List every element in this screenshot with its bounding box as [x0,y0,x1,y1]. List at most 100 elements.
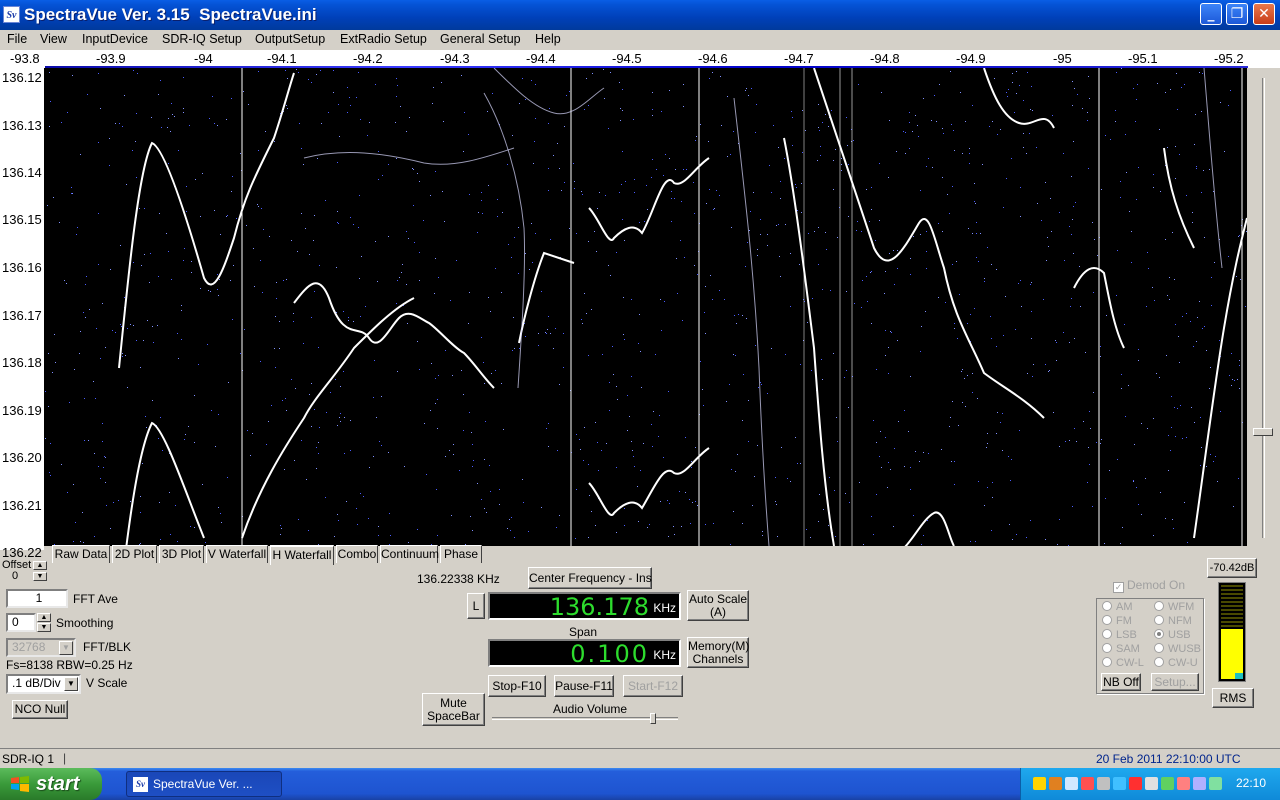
setup-button[interactable]: Setup... [1151,673,1199,691]
y-tick: 136.16 [2,260,42,275]
mode-label: LSB [1116,629,1137,641]
auto-scale-button[interactable]: Auto Scale (A) [687,590,749,621]
level-readout: -70.42dB [1207,558,1257,578]
demod-on-checkbox[interactable]: ✓ Demod On [1113,578,1185,593]
printer-icon[interactable] [1097,777,1110,790]
mode-fm-radio[interactable]: FM [1102,615,1132,627]
menu-inputdevice[interactable]: InputDevice [82,32,148,46]
close-button[interactable]: ✕ [1253,3,1275,25]
mode-label: CW-U [1168,657,1198,669]
volume-icon[interactable] [1081,777,1094,790]
mode-nfm-radio[interactable]: NFM [1154,615,1192,627]
memory-channels-button[interactable]: Memory(M) Channels [687,637,749,668]
tab-v-waterfall[interactable]: V Waterfall [206,545,268,563]
contrast-slider-thumb[interactable] [1253,428,1273,436]
freq-tick: -93.8 [10,51,40,66]
signal-traces [118,68,1247,546]
system-tray: 22:10 [1020,768,1280,800]
tab-combo[interactable]: Combo [336,545,378,563]
peak-marker [1235,673,1243,679]
contrast-slider-track[interactable] [1262,78,1265,538]
smoothing-input[interactable]: 0 [6,613,36,632]
smoothing-down-button[interactable]: ▼ [37,623,51,632]
maximize-button[interactable]: ❐ [1226,3,1248,25]
mode-cwl-radio[interactable]: CW-L [1102,657,1144,669]
menu-help[interactable]: Help [535,32,561,46]
menu-file[interactable]: File [7,32,27,46]
signal-level-meter [1218,582,1246,682]
mode-label: NFM [1168,615,1192,627]
window-title: SpectraVue Ver. 3.15 SpectraVue.ini [24,5,317,24]
mute-button[interactable]: Mute SpaceBar [422,693,485,726]
tab-3d-plot[interactable]: 3D Plot [159,545,204,563]
nb-off-button[interactable]: NB Off [1101,673,1141,691]
start-button[interactable]: start [0,768,102,800]
radio-icon [1154,643,1164,653]
taskbar-item-spectravue[interactable]: Sv SpectraVue Ver. ... [126,771,282,797]
tab-continuum[interactable]: Continuum [380,545,439,563]
span-display[interactable]: 0.100 KHz [488,639,681,667]
device-icon[interactable] [1145,777,1158,790]
mode-wusb-radio[interactable]: WUSB [1154,643,1201,655]
display-icon[interactable] [1065,777,1078,790]
minimize-button[interactable]: _ [1200,3,1222,25]
fft-ave-input[interactable]: 1 [6,589,68,608]
mode-sam-radio[interactable]: SAM [1102,643,1140,655]
audio-volume-thumb[interactable] [650,713,656,724]
security-icon[interactable] [1049,777,1062,790]
freq-tick: -94.3 [440,51,470,66]
app-icon: Sv [3,6,20,23]
center-frequency-button[interactable]: Center Frequency - Ins [528,567,652,589]
audio-volume-label: Audio Volume [553,702,628,716]
demod-mode-group: AM FM LSB SAM CW-L WFM NFM USB WUSB CW-U… [1096,598,1204,694]
stop-button[interactable]: Stop-F10 [488,675,546,697]
l-button[interactable]: L [467,593,485,619]
radio-icon [1102,657,1112,667]
menu-outputsetup[interactable]: OutputSetup [255,32,325,46]
menu-bar: File View InputDevice SDR-IQ Setup Outpu… [0,30,1280,50]
menu-sdr-iq-setup[interactable]: SDR-IQ Setup [162,32,242,46]
mode-wfm-radio[interactable]: WFM [1154,601,1194,613]
mode-usb-radio[interactable]: USB [1154,629,1191,641]
rms-button[interactable]: RMS [1212,688,1254,708]
tab-h-waterfall[interactable]: H Waterfall [270,545,334,565]
menu-view[interactable]: View [40,32,67,46]
fft-blk-label: FFT/BLK [83,640,132,654]
v-scale-select[interactable]: .1 dB/Div ▼ [6,674,81,694]
smoothing-up-button[interactable]: ▲ [37,613,51,622]
waterfall-display[interactable] [44,68,1247,546]
app-tray-icon[interactable] [1209,777,1222,790]
offset-up-button[interactable]: ▲ [33,561,47,570]
nco-null-button[interactable]: NCO Null [12,700,68,719]
mode-label: SAM [1116,643,1140,655]
pause-button[interactable]: Pause-F11 [554,675,614,697]
fft-blk-select[interactable]: 32768 ▼ [6,638,76,657]
status-icon[interactable] [1177,777,1190,790]
mode-lsb-radio[interactable]: LSB [1102,629,1137,641]
connection-icon[interactable] [1113,777,1126,790]
mode-am-radio[interactable]: AM [1102,601,1133,613]
alert-icon[interactable] [1129,777,1142,790]
frequency-display[interactable]: 136.178 KHz [488,592,681,620]
mode-cwu-radio[interactable]: CW-U [1154,657,1198,669]
y-tick: 136.13 [2,118,42,133]
radio-icon [1154,615,1164,625]
y-tick: 136.19 [2,403,42,418]
update-icon[interactable] [1161,777,1174,790]
tab-phase[interactable]: Phase [440,545,482,563]
offset-down-button[interactable]: ▼ [33,572,47,581]
tab-raw-data[interactable]: Raw Data [52,545,110,563]
y-tick: 136.18 [2,355,42,370]
chevron-down-icon: ▼ [59,641,73,655]
frequency-unit: KHz [653,601,676,615]
sync-icon[interactable] [1193,777,1206,790]
menu-general-setup[interactable]: General Setup [440,32,521,46]
freq-tick: -94.7 [784,51,814,66]
radio-icon [1154,657,1164,667]
menu-extradio-setup[interactable]: ExtRadio Setup [340,32,427,46]
start-button[interactable]: Start-F12 [623,675,683,697]
freq-tick: -95 [1053,51,1072,66]
network-icon[interactable] [1033,777,1046,790]
tab-2d-plot[interactable]: 2D Plot [112,545,157,563]
freq-tick: -94.4 [526,51,556,66]
